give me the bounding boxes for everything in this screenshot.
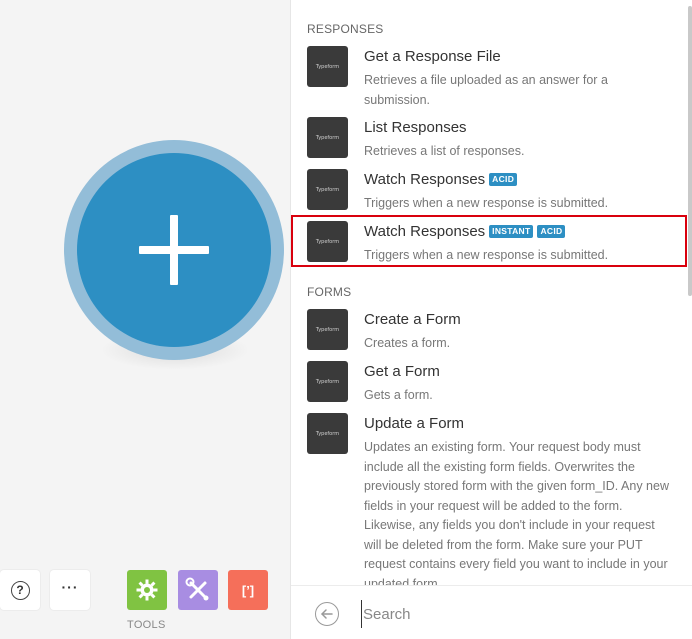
module-description: Retrieves a file uploaded as an answer f… [364,73,608,107]
module-item-create-a-form[interactable]: Typeform Create a Form Creates a form. [307,309,677,354]
module-item-watch-responses-instant[interactable]: Typeform Watch Responses INSTANT ACID Tr… [307,221,677,266]
module-item-update-a-form[interactable]: Typeform Update a Form Updates an existi… [307,413,677,585]
plus-icon-vertical [170,215,178,285]
module-title: Get a Form [364,363,440,380]
module-picker-panel: RESPONSES Typeform Get a Response File R… [290,0,692,639]
back-button[interactable] [315,602,339,626]
instant-badge: INSTANT [489,225,534,238]
tools-json-button[interactable]: [’] [228,570,268,610]
typeform-logo: Typeform [307,309,348,350]
module-description: Triggers when a new response is submitte… [364,196,609,210]
acid-badge: ACID [537,225,566,238]
typeform-logo: Typeform [307,117,348,158]
module-item-watch-responses-acid[interactable]: Typeform Watch Responses ACID Triggers w… [307,169,677,214]
more-button[interactable]: ··· [50,570,90,610]
module-list[interactable]: RESPONSES Typeform Get a Response File R… [291,0,692,585]
typeform-logo: Typeform [307,169,348,210]
wrench-screwdriver-icon [185,577,209,601]
tools-label: TOOLS [127,619,166,631]
section-title-responses: RESPONSES [307,22,384,36]
module-description: Triggers when a new response is submitte… [364,248,609,262]
more-icon: ··· [61,579,79,595]
tools-gear-button[interactable] [127,570,167,610]
typeform-logo: Typeform [307,361,348,402]
module-item-get-a-form[interactable]: Typeform Get a Form Gets a form. [307,361,677,406]
tools-wrench-button[interactable] [178,570,218,610]
arrow-left-icon [321,609,333,619]
module-title: Watch Responses ACID [364,171,518,188]
module-title: Get a Response File [364,48,501,65]
search-input[interactable] [361,600,661,628]
module-item-get-a-response-file[interactable]: Typeform Get a Response File Retrieves a… [307,46,677,107]
module-description: Updates an existing form. Your request b… [364,440,669,585]
section-title-forms: FORMS [307,285,352,299]
module-title: Watch Responses INSTANT ACID [364,223,566,240]
typeform-logo: Typeform [307,413,348,454]
scrollbar-thumb[interactable] [688,6,692,296]
help-button[interactable]: ? [0,570,40,610]
gear-icon [136,579,158,601]
search-bar [291,585,692,639]
module-title: Create a Form [364,311,461,328]
module-description: Creates a form. [364,336,451,350]
module-item-list-responses[interactable]: Typeform List Responses Retrieves a list… [307,117,677,162]
acid-badge: ACID [489,173,518,186]
module-description: Retrieves a list of responses. [364,144,525,158]
json-icon: [’] [241,582,255,598]
help-icon: ? [10,580,30,600]
module-title: Update a Form [364,415,465,432]
typeform-logo: Typeform [307,46,348,87]
typeform-logo: Typeform [307,221,348,262]
add-module-button[interactable] [77,153,271,347]
module-description: Gets a form. [364,388,433,402]
module-title: List Responses [364,119,467,136]
